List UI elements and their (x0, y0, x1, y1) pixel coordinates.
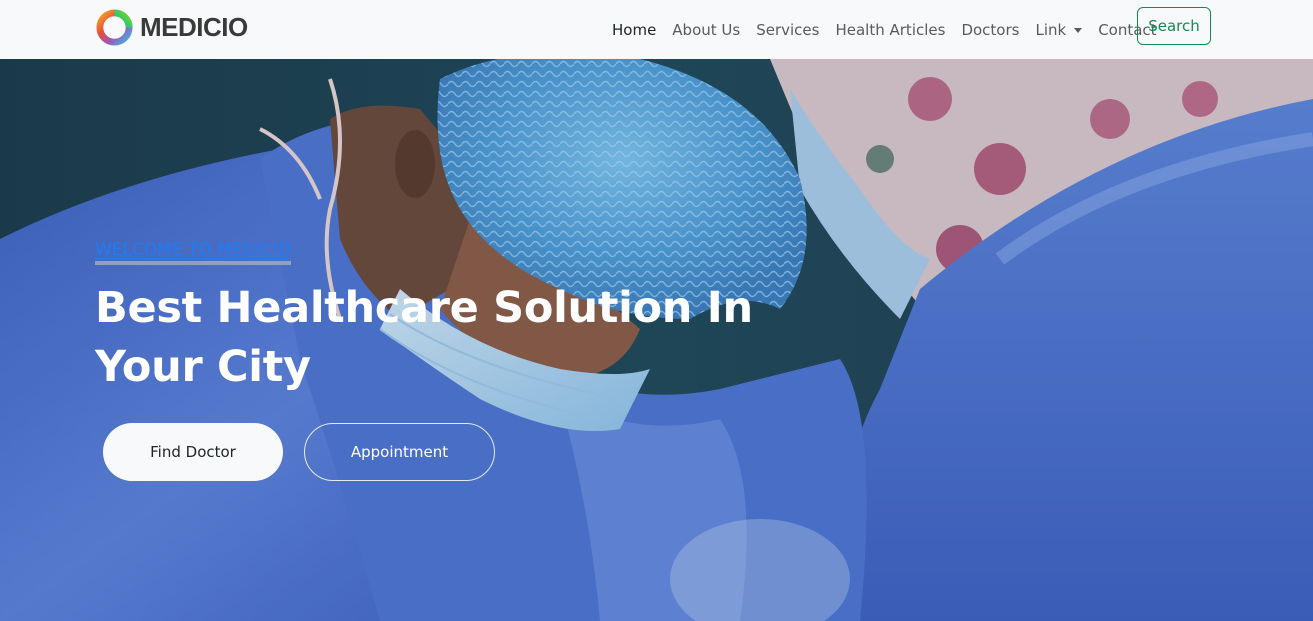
nav-item-link-label: Link (1035, 20, 1067, 39)
hero-section: WELCOME TO MEDICIO Best Healthcare Solut… (0, 59, 1313, 621)
nav-item-about-us[interactable]: About Us (664, 21, 748, 39)
brand-logo-link[interactable]: MEDICIO (95, 7, 248, 47)
hero-eyebrow: WELCOME TO MEDICIO (95, 239, 292, 265)
brand-name: MEDICIO (140, 11, 248, 42)
hero-headline: Best Healthcare Solution In Your City (95, 283, 753, 392)
find-doctor-button[interactable]: Find Doctor (103, 423, 283, 481)
hero-buttons: Find Doctor Appointment (103, 423, 495, 481)
nav-item-doctors[interactable]: Doctors (953, 21, 1027, 39)
caret-down-icon (1074, 28, 1083, 33)
hero-content: WELCOME TO MEDICIO Best Healthcare Solut… (95, 239, 855, 397)
ring-logo-icon (96, 8, 133, 46)
navbar: MEDICIO Home About Us Services Health Ar… (0, 0, 1313, 59)
main-nav: Home About Us Services Health Articles D… (604, 0, 1165, 59)
nav-item-health-articles[interactable]: Health Articles (827, 21, 953, 39)
nav-item-services[interactable]: Services (748, 21, 827, 39)
search-button[interactable]: Search (1137, 7, 1211, 45)
nav-item-home[interactable]: Home (604, 21, 664, 39)
nav-item-link-dropdown[interactable]: Link (1027, 21, 1090, 39)
appointment-button[interactable]: Appointment (304, 423, 495, 481)
